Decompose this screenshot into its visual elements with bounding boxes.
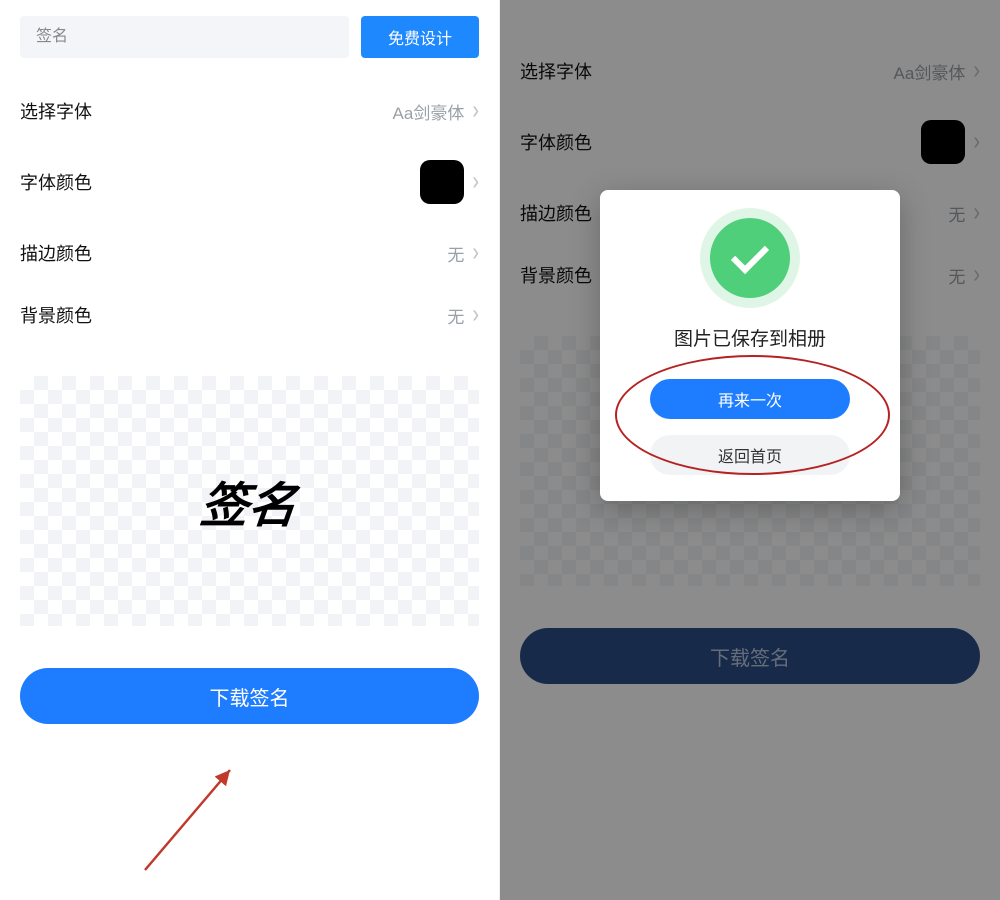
free-design-button[interactable]: 免费设计	[361, 16, 479, 58]
option-bg-color-text: 无	[447, 303, 464, 328]
option-font-value: Aa剑豪体 ›	[393, 99, 479, 124]
chevron-right-icon: ›	[472, 238, 479, 268]
arrow-annotation-icon	[135, 760, 255, 880]
screen-left: 免费设计 选择字体 Aa剑豪体 › 字体颜色 › 描边颜色 无 › 背景颜色	[0, 0, 500, 900]
try-again-button[interactable]: 再来一次	[650, 379, 850, 419]
download-signature-button[interactable]: 下载签名	[20, 668, 479, 724]
option-font-value-text: Aa剑豪体	[393, 99, 465, 124]
option-bg-color-label: 背景颜色	[20, 302, 92, 328]
chevron-right-icon: ›	[472, 300, 479, 330]
option-font-color[interactable]: 字体颜色 ›	[0, 142, 499, 222]
option-stroke-color-text: 无	[447, 241, 464, 266]
option-font-label: 选择字体	[20, 98, 92, 124]
signature-preview-text: 签名	[198, 466, 301, 536]
top-row: 免费设计	[0, 0, 499, 70]
signature-input[interactable]	[20, 16, 349, 58]
option-bg-color-value: 无 ›	[447, 303, 479, 328]
signature-preview: 签名	[20, 376, 479, 626]
save-success-dialog: 图片已保存到相册 再来一次 返回首页	[600, 190, 900, 501]
screen-right: 选择字体 Aa剑豪体 › 字体颜色 › 描边颜色 无 › 背景颜色 无	[500, 0, 1000, 900]
option-font-color-label: 字体颜色	[20, 169, 92, 195]
dialog-title: 图片已保存到相册	[624, 324, 876, 351]
option-bg-color[interactable]: 背景颜色 无 ›	[0, 284, 499, 346]
success-check-icon	[710, 218, 790, 298]
option-stroke-color-value: 无 ›	[447, 241, 479, 266]
option-font-color-value: ›	[420, 160, 479, 204]
chevron-right-icon: ›	[472, 167, 479, 197]
option-font[interactable]: 选择字体 Aa剑豪体 ›	[0, 80, 499, 142]
back-home-button[interactable]: 返回首页	[650, 435, 850, 475]
options-list: 选择字体 Aa剑豪体 › 字体颜色 › 描边颜色 无 › 背景颜色 无	[0, 70, 499, 346]
check-mark-icon	[731, 236, 769, 274]
chevron-right-icon: ›	[472, 96, 479, 126]
option-stroke-color-label: 描边颜色	[20, 240, 92, 266]
font-color-swatch	[420, 160, 464, 204]
option-stroke-color[interactable]: 描边颜色 无 ›	[0, 222, 499, 284]
